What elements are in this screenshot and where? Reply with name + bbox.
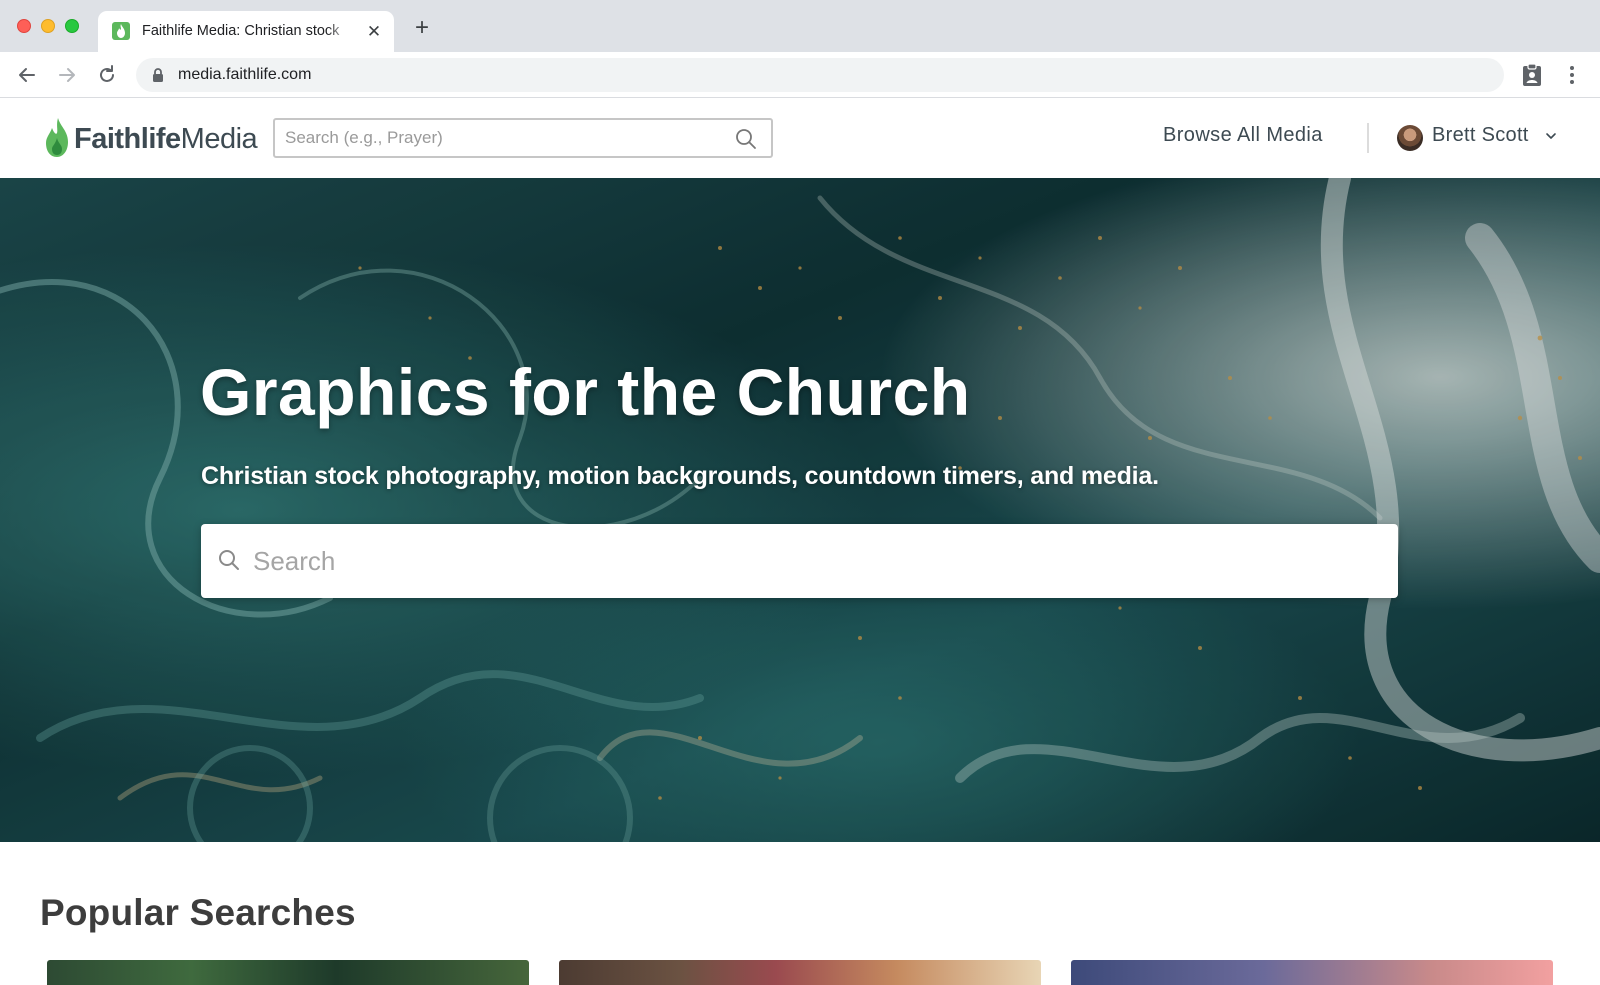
tab-title: Faithlife Media: Christian stock bbox=[142, 23, 340, 39]
hero-title: Graphics for the Church bbox=[200, 355, 971, 429]
tab-close-icon[interactable]: ✕ bbox=[364, 22, 384, 42]
hero-banner: Graphics for the Church Christian stock … bbox=[0, 178, 1600, 842]
popular-search-card[interactable] bbox=[47, 960, 529, 985]
url-text: media.faithlife.com bbox=[178, 66, 312, 83]
header-search-input[interactable] bbox=[285, 126, 725, 150]
user-name: Brett Scott bbox=[1432, 124, 1529, 146]
flame-icon bbox=[46, 118, 68, 157]
site-header: FaithlifeMedia Browse All Media Brett Sc… bbox=[0, 98, 1600, 178]
address-bar[interactable]: media.faithlife.com bbox=[136, 58, 1504, 92]
browse-all-media-link[interactable]: Browse All Media bbox=[1163, 124, 1323, 147]
avatar bbox=[1397, 125, 1423, 151]
user-menu[interactable]: Brett Scott bbox=[1397, 120, 1562, 156]
browser-tab-strip: Faithlife Media: Christian stock ✕ + bbox=[0, 0, 1600, 52]
minimize-window-button[interactable] bbox=[41, 19, 55, 33]
marble-background-image bbox=[0, 178, 1600, 842]
browser-menu-icon[interactable] bbox=[1562, 62, 1582, 88]
new-tab-button[interactable]: + bbox=[410, 16, 434, 41]
hero-subtitle: Christian stock photography, motion back… bbox=[201, 462, 1159, 490]
hero-search-input[interactable] bbox=[253, 542, 1373, 580]
search-icon[interactable] bbox=[735, 128, 757, 150]
browser-tab-active[interactable]: Faithlife Media: Christian stock ✕ bbox=[98, 11, 394, 52]
maximize-window-button[interactable] bbox=[65, 19, 79, 33]
browser-toolbar: media.faithlife.com bbox=[0, 52, 1600, 98]
close-window-button[interactable] bbox=[17, 19, 31, 33]
forward-arrow-icon[interactable] bbox=[54, 62, 80, 88]
popular-search-card[interactable] bbox=[1071, 960, 1553, 985]
back-arrow-icon[interactable] bbox=[14, 62, 40, 88]
clipboard-extension-icon[interactable] bbox=[1520, 62, 1544, 88]
logo-text-media: Media bbox=[180, 123, 258, 155]
popular-search-card[interactable] bbox=[559, 960, 1041, 985]
search-icon bbox=[219, 550, 239, 570]
chevron-down-icon bbox=[1546, 133, 1556, 139]
header-divider bbox=[1367, 123, 1369, 153]
hero-search-box[interactable] bbox=[201, 524, 1398, 598]
reload-icon[interactable] bbox=[94, 62, 120, 88]
header-search-box[interactable] bbox=[273, 118, 773, 158]
popular-searches-heading: Popular Searches bbox=[40, 892, 356, 933]
lock-icon bbox=[153, 68, 163, 82]
logo-text-faithlife: Faithlife bbox=[74, 123, 181, 155]
faithlife-favicon-icon bbox=[112, 22, 130, 40]
